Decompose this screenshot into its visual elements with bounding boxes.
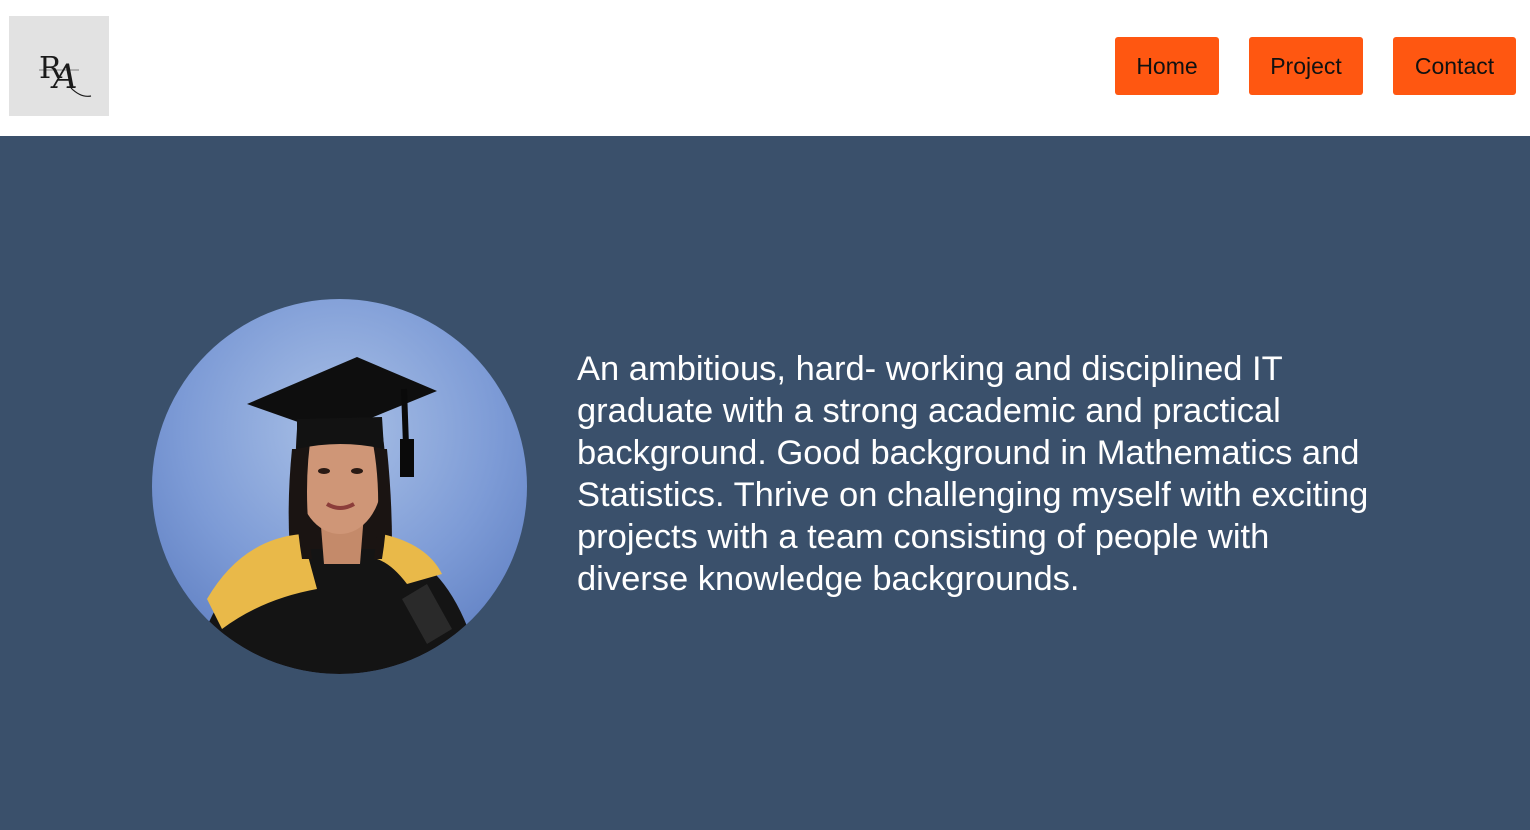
profile-photo — [152, 299, 527, 674]
hero-section: An ambitious, hard- working and discipli… — [0, 136, 1530, 830]
graduate-portrait-icon — [152, 299, 527, 674]
nav-contact-button[interactable]: Contact — [1393, 37, 1516, 95]
bio-text: An ambitious, hard- working and discipli… — [577, 350, 1369, 598]
logo[interactable]: R A — [9, 16, 109, 116]
monogram-logo-icon: R A — [39, 51, 92, 97]
nav-project-button[interactable]: Project — [1249, 37, 1363, 95]
nav-home-button[interactable]: Home — [1115, 37, 1219, 95]
site-header: R A Home Project Contact — [0, 0, 1530, 136]
